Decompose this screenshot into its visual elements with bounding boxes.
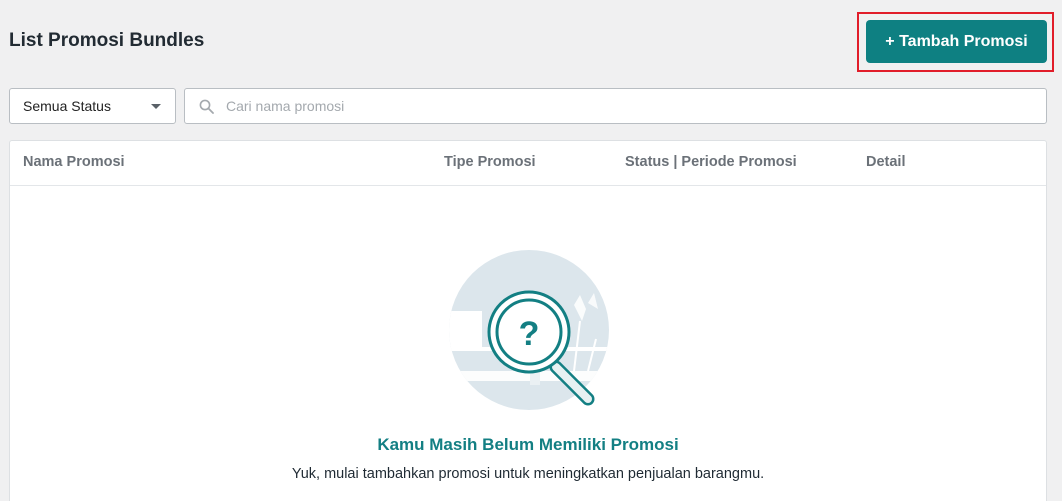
- search-box[interactable]: [184, 88, 1047, 124]
- empty-state-subtitle: Yuk, mulai tambahkan promosi untuk menin…: [291, 466, 765, 482]
- column-header-detail: Detail: [866, 154, 906, 170]
- column-header-name: Nama Promosi: [23, 154, 125, 170]
- magnifier-question-icon: ?: [449, 250, 609, 410]
- add-promotion-button[interactable]: + Tambah Promosi: [866, 20, 1047, 63]
- svg-text:?: ?: [519, 315, 540, 353]
- search-icon: [199, 99, 214, 114]
- column-header-type: Tipe Promosi: [444, 154, 536, 170]
- table-header: Nama Promosi Tipe Promosi Status | Perio…: [10, 141, 1046, 186]
- caret-down-icon: [151, 103, 161, 109]
- search-input[interactable]: [226, 91, 1006, 121]
- status-filter-dropdown[interactable]: Semua Status: [9, 88, 176, 124]
- empty-state-title: Kamu Masih Belum Memiliki Promosi: [377, 435, 679, 454]
- promotion-table: Nama Promosi Tipe Promosi Status | Perio…: [9, 140, 1047, 501]
- page-title: List Promosi Bundles: [9, 30, 205, 51]
- column-header-status-period: Status | Periode Promosi: [625, 154, 797, 170]
- status-filter-value: Semua Status: [23, 98, 111, 114]
